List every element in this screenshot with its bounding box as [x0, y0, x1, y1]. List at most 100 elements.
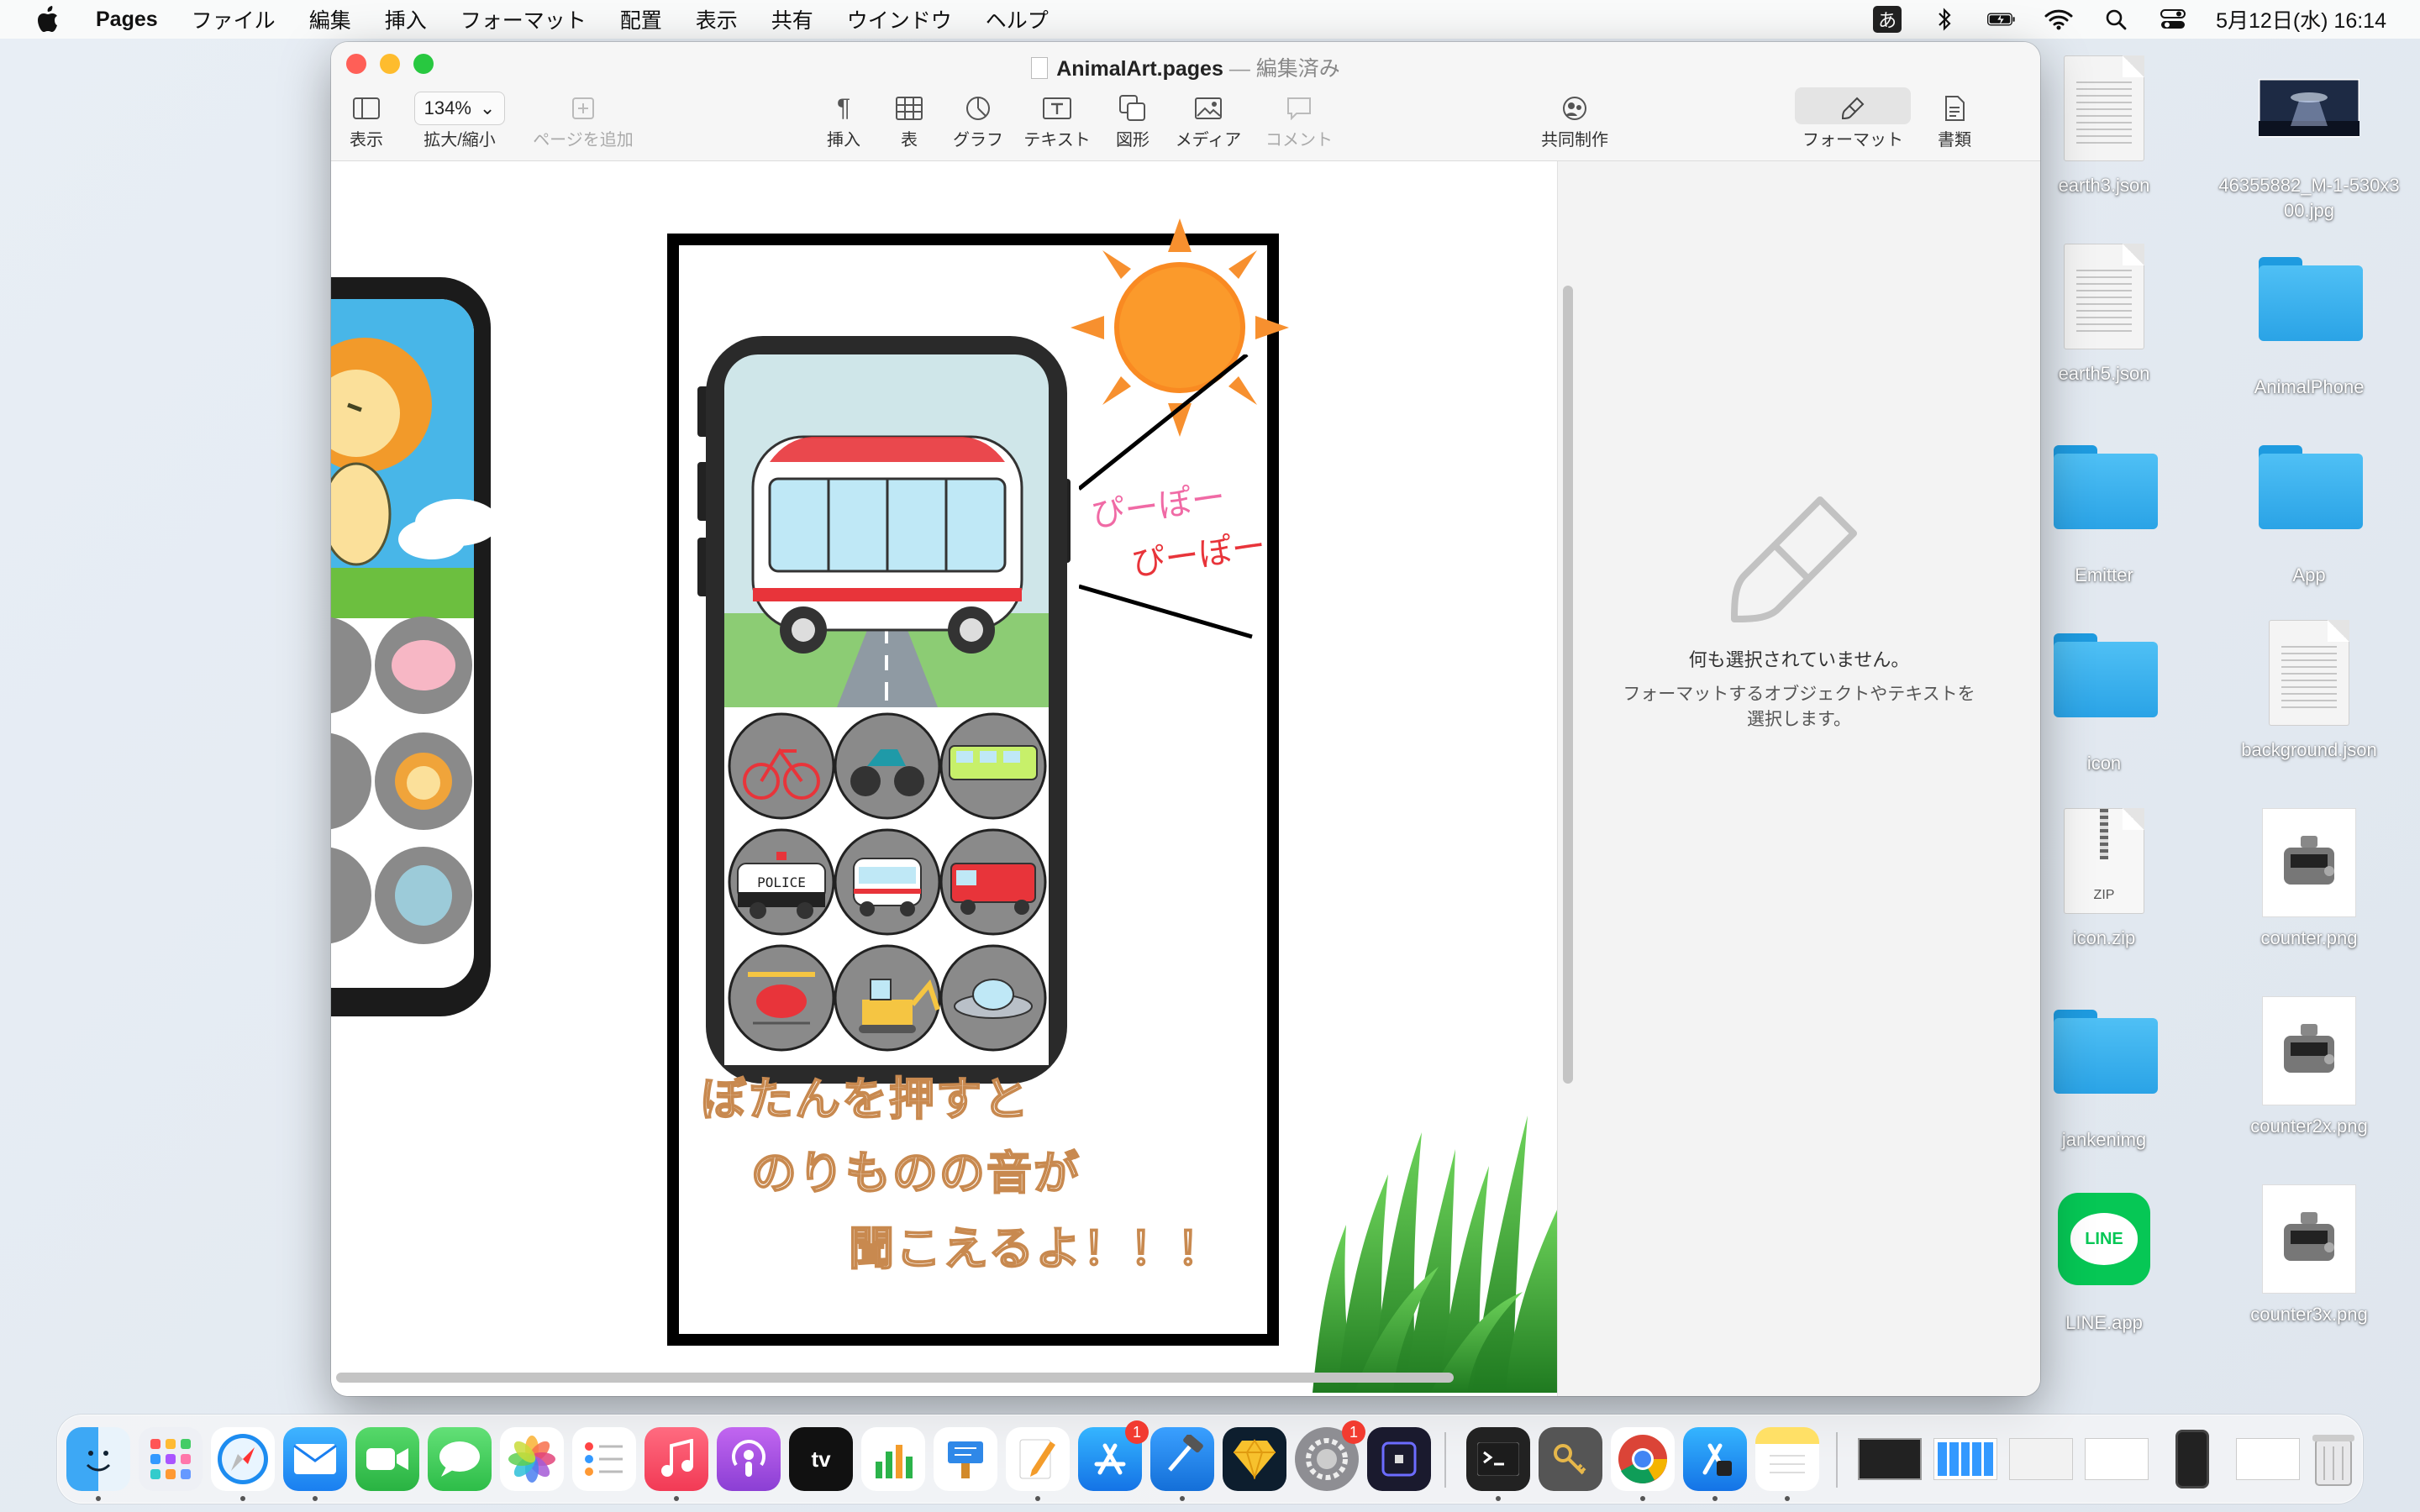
- dock-numbers[interactable]: [861, 1427, 925, 1491]
- spotlight-search-icon[interactable]: [2102, 7, 2130, 32]
- dock-launchpad[interactable]: [139, 1427, 203, 1491]
- dock-minimized-window-4[interactable]: [2083, 1427, 2150, 1491]
- caption-line-1[interactable]: ぼたんを押すと: [700, 1062, 1030, 1128]
- pages-window: AnimalArt.pages — 編集済み 表示 134% ⌄ 拡大/縮小 ペー…: [331, 42, 2040, 1396]
- menu-clock[interactable]: 5月12日(水) 16:14: [2216, 4, 2386, 34]
- window-title: AnimalArt.pages — 編集済み: [331, 52, 2040, 82]
- dock-app-store[interactable]: 1: [1078, 1420, 1149, 1491]
- app-store-badge: 1: [1125, 1420, 1149, 1444]
- menu-edit[interactable]: 編集: [309, 4, 351, 34]
- dock-terminal[interactable]: [1466, 1427, 1530, 1491]
- dock-messages[interactable]: [428, 1427, 492, 1491]
- dock-music[interactable]: [644, 1427, 708, 1491]
- media-button[interactable]: メディア: [1165, 91, 1252, 150]
- comment-icon: [1287, 97, 1311, 120]
- input-method-indicator[interactable]: あ: [1873, 6, 1902, 33]
- horizontal-scrollbar[interactable]: [336, 1373, 1454, 1383]
- dock-sketch[interactable]: [1223, 1427, 1286, 1491]
- window-thumbnail-icon: [2009, 1438, 2073, 1480]
- xcode-hammer-icon: [1168, 1435, 1203, 1472]
- running-indicator: [1640, 1496, 1645, 1501]
- counter-image-icon: [2262, 808, 2356, 917]
- insert-button[interactable]: ¶ 挿入: [817, 91, 871, 150]
- vertical-scrollbar[interactable]: [1563, 286, 1573, 1084]
- dock-minimized-window-6[interactable]: [2234, 1427, 2302, 1491]
- menu-arrange[interactable]: 配置: [620, 4, 662, 34]
- dock-tv[interactable]: tv: [789, 1427, 853, 1491]
- edit-status: 編集済み: [1255, 57, 1340, 81]
- dock-xcode[interactable]: [1150, 1427, 1214, 1491]
- no-selection-message: 何も選択されていません。 フォーマットするオブジェクトやテキストを 選択します。: [1558, 496, 2040, 732]
- apple-menu-icon[interactable]: [37, 5, 62, 34]
- dock-minimized-window-1[interactable]: [1856, 1427, 1923, 1491]
- menu-app-name[interactable]: Pages: [96, 8, 158, 32]
- dock-simulator[interactable]: [1367, 1427, 1431, 1491]
- shape-button[interactable]: 図形: [1102, 91, 1163, 150]
- dock-notes[interactable]: [1755, 1427, 1819, 1491]
- dock-minimized-window-3[interactable]: [2007, 1427, 2075, 1491]
- main-phone-image[interactable]: POLICE: [694, 336, 1081, 1092]
- insert-label: 挿入: [827, 131, 860, 150]
- dock-finder[interactable]: [66, 1427, 130, 1491]
- battery-icon[interactable]: [1987, 7, 2016, 32]
- line-logo-text: LINE: [2070, 1213, 2138, 1265]
- comment-button[interactable]: コメント: [1255, 91, 1343, 150]
- dock-pages[interactable]: [1006, 1427, 1070, 1491]
- format-sidebar: 何も選択されていません。 フォーマットするオブジェクトやテキストを 選択します。: [1558, 161, 2040, 1396]
- format-label: フォーマット: [1802, 131, 1903, 150]
- dock-keynote[interactable]: [934, 1427, 997, 1491]
- previous-page-phone-image[interactable]: [331, 161, 524, 1043]
- dock-safari[interactable]: [211, 1427, 275, 1491]
- menu-view[interactable]: 表示: [696, 4, 738, 34]
- shape-label: 図形: [1116, 131, 1150, 150]
- desktop-file-counter-png[interactable]: counter.png: [2217, 808, 2402, 951]
- no-selection-hint-1: フォーマットするオブジェクトやテキストを: [1623, 685, 1975, 704]
- collaborate-button[interactable]: 共同制作: [1533, 91, 1617, 150]
- menu-file[interactable]: ファイル: [192, 4, 276, 34]
- view-label: 表示: [350, 131, 383, 150]
- zoom-control[interactable]: 134% ⌄ 拡大/縮小: [405, 91, 514, 150]
- caption-line-3[interactable]: 聞こえるよ！！！: [848, 1211, 1223, 1278]
- document-button[interactable]: 書類: [1923, 91, 1986, 150]
- desktop-folder-app[interactable]: App: [2217, 432, 2402, 588]
- dock-keychain[interactable]: [1539, 1427, 1602, 1491]
- desktop-file-background-json[interactable]: background.json: [2217, 620, 2402, 763]
- bluetooth-icon[interactable]: [1930, 7, 1959, 32]
- wifi-icon[interactable]: [2044, 7, 2073, 32]
- table-button[interactable]: 表: [882, 91, 936, 150]
- desktop-folder-animalphone[interactable]: AnimalPhone: [2217, 244, 2402, 400]
- desktop-file-counter2x-png[interactable]: counter2x.png: [2217, 996, 2402, 1139]
- add-page-button[interactable]: ページを追加: [524, 91, 642, 150]
- paintbrush-icon: [1841, 97, 1865, 120]
- dock-podcasts[interactable]: [717, 1427, 781, 1491]
- text-button[interactable]: テキスト: [1015, 91, 1099, 150]
- menu-insert[interactable]: 挿入: [385, 4, 427, 34]
- desktop-file-jpg[interactable]: 46355882_M-1-530x300.jpg: [2217, 55, 2402, 223]
- window-thumbnail-icon: [1858, 1438, 1922, 1480]
- menu-help[interactable]: ヘルプ: [986, 4, 1049, 34]
- menu-format[interactable]: フォーマット: [460, 4, 587, 34]
- caption-line-2[interactable]: のりものの音が: [750, 1136, 1081, 1202]
- dock-photos[interactable]: [500, 1427, 564, 1491]
- dock-chrome[interactable]: [1611, 1427, 1675, 1491]
- dock-reminders[interactable]: [572, 1427, 636, 1491]
- dock-facetime[interactable]: [355, 1427, 419, 1491]
- dock-minimized-window-2[interactable]: [1932, 1427, 1999, 1491]
- view-button[interactable]: 表示: [339, 91, 393, 150]
- dock-minimized-window-5[interactable]: [2159, 1427, 2226, 1491]
- menu-window[interactable]: ウインドウ: [847, 4, 952, 34]
- grass-image[interactable]: [1313, 1099, 1558, 1393]
- dock-mail[interactable]: [283, 1427, 347, 1491]
- document-setup-icon: [1945, 96, 1965, 121]
- desktop-item-label: 46355882_M-1-530x300.jpg: [2218, 175, 2400, 221]
- document-canvas[interactable]: ぴーぽー ぴーぽー POLICE ぼたんを押すと のりものの音が 聞こえるよ！！…: [331, 161, 1558, 1396]
- dock-transporter[interactable]: [1683, 1427, 1747, 1491]
- dock-system-preferences[interactable]: 1: [1295, 1420, 1365, 1491]
- chart-button[interactable]: グラフ: [944, 91, 1012, 150]
- control-center-icon[interactable]: [2159, 7, 2187, 32]
- menu-share[interactable]: 共有: [771, 4, 813, 34]
- dock-trash[interactable]: [2302, 1427, 2365, 1491]
- zoom-select[interactable]: 134% ⌄: [414, 92, 505, 125]
- format-button[interactable]: フォーマット: [1795, 91, 1911, 150]
- desktop-file-counter3x-png[interactable]: counter3x.png: [2217, 1184, 2402, 1327]
